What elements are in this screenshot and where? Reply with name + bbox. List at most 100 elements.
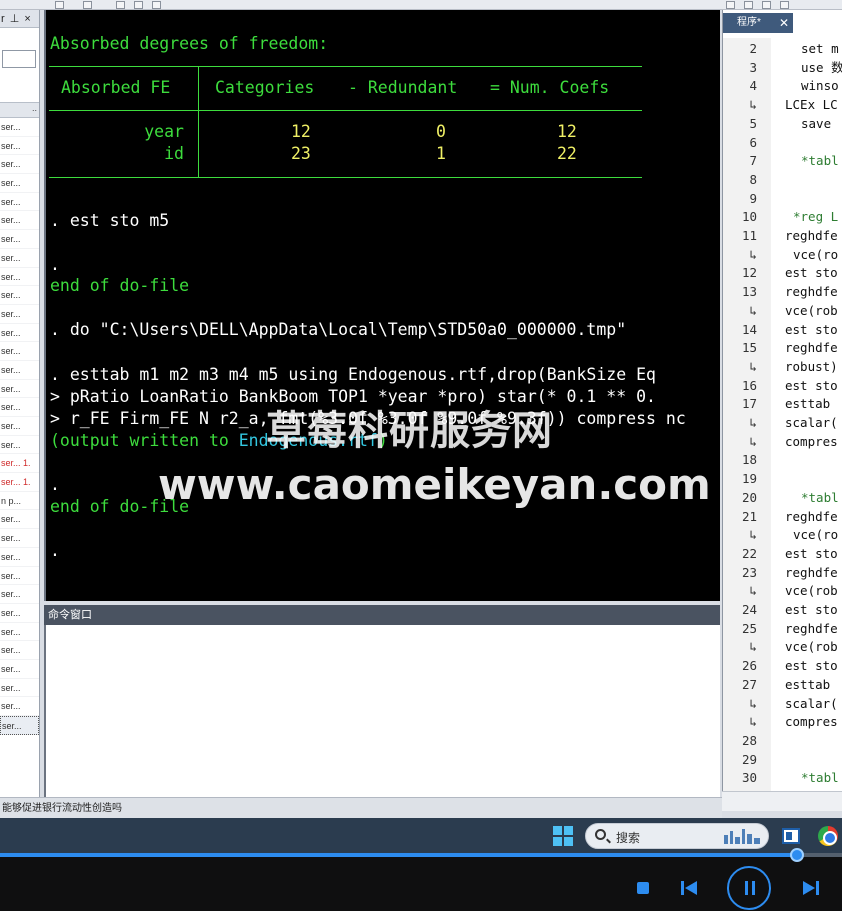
video-progress-handle[interactable] xyxy=(790,848,804,862)
previous-icon[interactable] xyxy=(680,880,698,896)
editor-line[interactable]: 21 reghdfe xyxy=(723,508,842,527)
toolbar-icon[interactable] xyxy=(780,1,789,9)
variable-list-item[interactable]: ser... 1. xyxy=(0,454,39,474)
variable-list-item[interactable]: ser... xyxy=(0,716,39,735)
variable-list-item[interactable]: ser... xyxy=(0,193,39,212)
editor-line[interactable]: 25 reghdfe xyxy=(723,620,842,639)
chrome-icon[interactable] xyxy=(818,826,838,846)
variable-list-item[interactable]: n p... xyxy=(0,492,39,511)
toolbar-icon[interactable] xyxy=(134,1,143,9)
toolbar-icon[interactable] xyxy=(726,1,735,9)
variable-list-item[interactable]: ser... xyxy=(0,417,39,436)
toolbar-icon[interactable] xyxy=(762,1,771,9)
toolbar-icon[interactable] xyxy=(744,1,753,9)
pause-icon[interactable] xyxy=(727,866,771,910)
results-window[interactable]: Absorbed degrees of freedom: Absorbed FE… xyxy=(44,10,720,601)
do-file-editor[interactable]: 程序* ✕ 2 set m 3 use 数 4 winso ↳ LCEx LC 5 save 6 7… xyxy=(722,10,842,797)
variable-list-item[interactable]: ser... xyxy=(0,641,39,660)
command-input[interactable] xyxy=(44,625,720,797)
editor-line[interactable]: ↳ compres xyxy=(723,713,842,732)
toolbar-icon[interactable] xyxy=(83,1,92,9)
taskbar-app-icon[interactable] xyxy=(782,828,800,844)
editor-line[interactable]: 14 est sto xyxy=(723,321,842,340)
editor-line[interactable]: 18 xyxy=(723,451,842,470)
variable-list-item[interactable]: ser... 1. xyxy=(0,473,39,492)
variable-list-item[interactable]: ser... xyxy=(0,380,39,399)
variable-list-item[interactable]: ser... xyxy=(0,660,39,679)
editor-line[interactable]: 4 winso xyxy=(723,77,842,96)
variable-list-item[interactable]: ser... xyxy=(0,679,39,698)
editor-line[interactable]: 10 *reg L xyxy=(723,208,842,227)
editor-line[interactable]: ↳ vce(ro xyxy=(723,246,842,265)
variable-list-item[interactable]: ser... xyxy=(0,324,39,343)
editor-line[interactable]: 27 esttab xyxy=(723,676,842,695)
editor-line[interactable]: 8 xyxy=(723,171,842,190)
toolbar-icon[interactable] xyxy=(152,1,161,9)
variables-search-input[interactable] xyxy=(2,50,36,68)
variable-list-item[interactable]: ser... xyxy=(0,436,39,455)
variable-list-item[interactable]: ser... xyxy=(0,137,39,156)
variable-list-item[interactable]: ser... xyxy=(0,585,39,604)
editor-line[interactable]: 7 *tabl xyxy=(723,152,842,171)
variable-list-item[interactable]: ser... xyxy=(0,286,39,305)
editor-line[interactable]: ↳ vce(rob xyxy=(723,302,842,321)
variables-panel-header[interactable]: r ⊥ × xyxy=(0,10,39,28)
stop-icon[interactable] xyxy=(637,882,649,894)
variable-list-item[interactable]: ser... xyxy=(0,361,39,380)
variable-list-item[interactable]: ser... xyxy=(0,118,39,137)
variable-list-item[interactable]: ser... xyxy=(0,305,39,324)
editor-line[interactable]: 23 reghdfe xyxy=(723,564,842,583)
variable-list-item[interactable]: ser... xyxy=(0,398,39,417)
variable-list-item[interactable]: ser... xyxy=(0,697,39,716)
next-icon[interactable] xyxy=(802,880,820,896)
variables-column-header[interactable]: .. xyxy=(0,102,39,118)
variable-list-item[interactable]: ser... xyxy=(0,548,39,567)
editor-line[interactable]: 11 reghdfe xyxy=(723,227,842,246)
editor-line[interactable]: 16 est sto xyxy=(723,377,842,396)
editor-line[interactable]: 19 xyxy=(723,470,842,489)
taskbar-search[interactable]: 搜索 xyxy=(585,823,769,849)
editor-line[interactable]: ↳ vce(ro xyxy=(723,526,842,545)
editor-line[interactable]: 3 use 数 xyxy=(723,59,842,78)
editor-line[interactable]: 15 reghdfe xyxy=(723,339,842,358)
editor-horizontal-scrollbar[interactable] xyxy=(722,791,842,811)
variable-list-item[interactable]: ser... xyxy=(0,342,39,361)
variable-list-item[interactable]: ser... xyxy=(0,211,39,231)
editor-tab[interactable]: 程序* ✕ xyxy=(723,13,793,33)
editor-line[interactable]: ↳ scalar( xyxy=(723,695,842,714)
editor-line[interactable]: 13 reghdfe xyxy=(723,283,842,302)
variable-list-item[interactable]: ser... xyxy=(0,249,39,268)
toolbar-icon[interactable] xyxy=(55,1,64,9)
windows-start-icon[interactable] xyxy=(553,826,573,846)
variable-list-item[interactable]: ser... xyxy=(0,623,39,642)
variable-list-item[interactable]: ser... xyxy=(0,268,39,287)
close-icon[interactable]: ✕ xyxy=(779,13,789,33)
variable-list-item[interactable]: ser... xyxy=(0,510,39,530)
editor-line[interactable]: ↳ compres xyxy=(723,433,842,452)
editor-line[interactable]: 24 est sto xyxy=(723,601,842,620)
editor-line[interactable]: 30 *tabl xyxy=(723,769,842,788)
variable-list-item[interactable]: ser... xyxy=(0,529,39,548)
editor-line[interactable]: ↳ scalar( xyxy=(723,414,842,433)
editor-line[interactable]: 6 xyxy=(723,134,842,153)
variable-list-item[interactable]: ser... xyxy=(0,567,39,586)
variable-list-item[interactable]: ser... xyxy=(0,230,39,249)
variable-list-item[interactable]: ser... xyxy=(0,604,39,623)
editor-line[interactable]: 9 xyxy=(723,190,842,209)
editor-line[interactable]: 20 *tabl xyxy=(723,489,842,508)
editor-line[interactable]: ↳ LCEx LC xyxy=(723,96,842,115)
editor-line[interactable]: 28 xyxy=(723,732,842,751)
editor-line[interactable]: 17 esttab xyxy=(723,395,842,414)
editor-line[interactable]: ↳ vce(rob xyxy=(723,582,842,601)
editor-line[interactable]: 26 est sto xyxy=(723,657,842,676)
editor-line[interactable]: ↳ vce(rob xyxy=(723,638,842,657)
editor-line[interactable]: 2 set m xyxy=(723,40,842,59)
command-window-title[interactable]: 命令窗口 xyxy=(44,605,720,625)
editor-line[interactable]: 12 est sto xyxy=(723,264,842,283)
editor-line[interactable]: ↳ robust) xyxy=(723,358,842,377)
editor-line[interactable]: 5 save xyxy=(723,115,842,134)
variable-list-item[interactable]: ser... xyxy=(0,155,39,175)
editor-line[interactable]: 22 est sto xyxy=(723,545,842,564)
toolbar-icon[interactable] xyxy=(116,1,125,9)
editor-line[interactable]: 29 xyxy=(723,751,842,770)
